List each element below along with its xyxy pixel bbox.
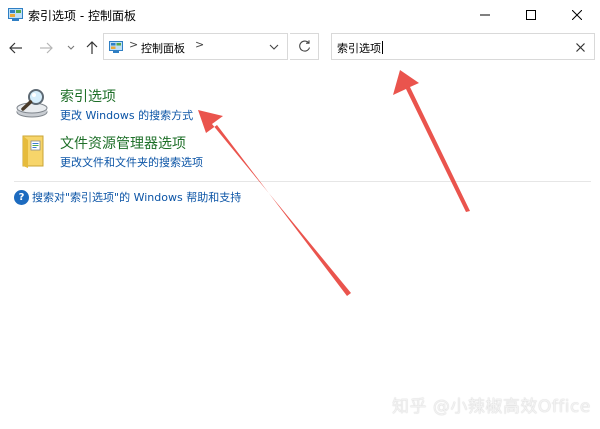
- control-panel-icon: [109, 41, 123, 53]
- search-box[interactable]: 索引选项: [331, 33, 595, 60]
- control-panel-icon: [8, 8, 23, 21]
- breadcrumb-separator[interactable]: >: [129, 38, 138, 51]
- window-title: 索引选项 - 控制面板: [28, 9, 136, 23]
- result-subtitle-link[interactable]: 更改文件和文件夹的搜索选项: [60, 154, 203, 170]
- arrow-left-icon: [9, 42, 22, 54]
- search-input[interactable]: 索引选项: [337, 40, 383, 56]
- folder-options-icon: [22, 135, 44, 168]
- divider: [14, 181, 591, 182]
- search-query: 索引选项: [337, 42, 381, 55]
- clear-search-button[interactable]: [574, 41, 586, 53]
- arrow-right-icon: [40, 42, 53, 54]
- result-title-link[interactable]: 文件资源管理器选项: [60, 133, 186, 153]
- maximize-icon: [526, 10, 536, 20]
- arrow-to-search-box: [393, 70, 470, 212]
- help-support-link[interactable]: ? 搜索对"索引选项"的 Windows 帮助和支持: [14, 189, 241, 205]
- text-caret: [382, 41, 383, 54]
- close-button[interactable]: [554, 0, 600, 30]
- chevron-down-icon: [67, 45, 75, 50]
- chevron-down-icon: [269, 44, 279, 50]
- close-icon: [575, 42, 585, 52]
- minimize-button[interactable]: [462, 0, 508, 30]
- maximize-button[interactable]: [508, 0, 554, 30]
- up-button[interactable]: [82, 38, 102, 58]
- back-button[interactable]: [6, 38, 26, 58]
- result-subtitle-link[interactable]: 更改 Windows 的搜索方式: [60, 107, 193, 123]
- result-title-link[interactable]: 索引选项: [60, 86, 116, 106]
- forward-button[interactable]: [36, 38, 56, 58]
- title-bar: 索引选项 - 控制面板: [0, 0, 600, 30]
- address-bar[interactable]: > 控制面板 >: [103, 33, 288, 60]
- close-icon: [572, 10, 582, 20]
- minimize-icon: [480, 14, 490, 16]
- refresh-button[interactable]: [290, 33, 319, 60]
- watermark: 知乎 @小辣椒高效Office: [392, 397, 591, 417]
- help-support-text[interactable]: 搜索对"索引选项"的 Windows 帮助和支持: [32, 189, 241, 205]
- breadcrumb-control-panel[interactable]: 控制面板: [141, 40, 185, 56]
- address-dropdown-button[interactable]: [267, 40, 281, 54]
- arrow-up-icon: [86, 41, 98, 54]
- refresh-icon: [298, 40, 310, 52]
- help-icon: ?: [14, 189, 29, 205]
- breadcrumb-separator[interactable]: >: [195, 38, 204, 51]
- indexing-options-icon: [16, 89, 48, 118]
- recent-locations-button[interactable]: [64, 38, 78, 58]
